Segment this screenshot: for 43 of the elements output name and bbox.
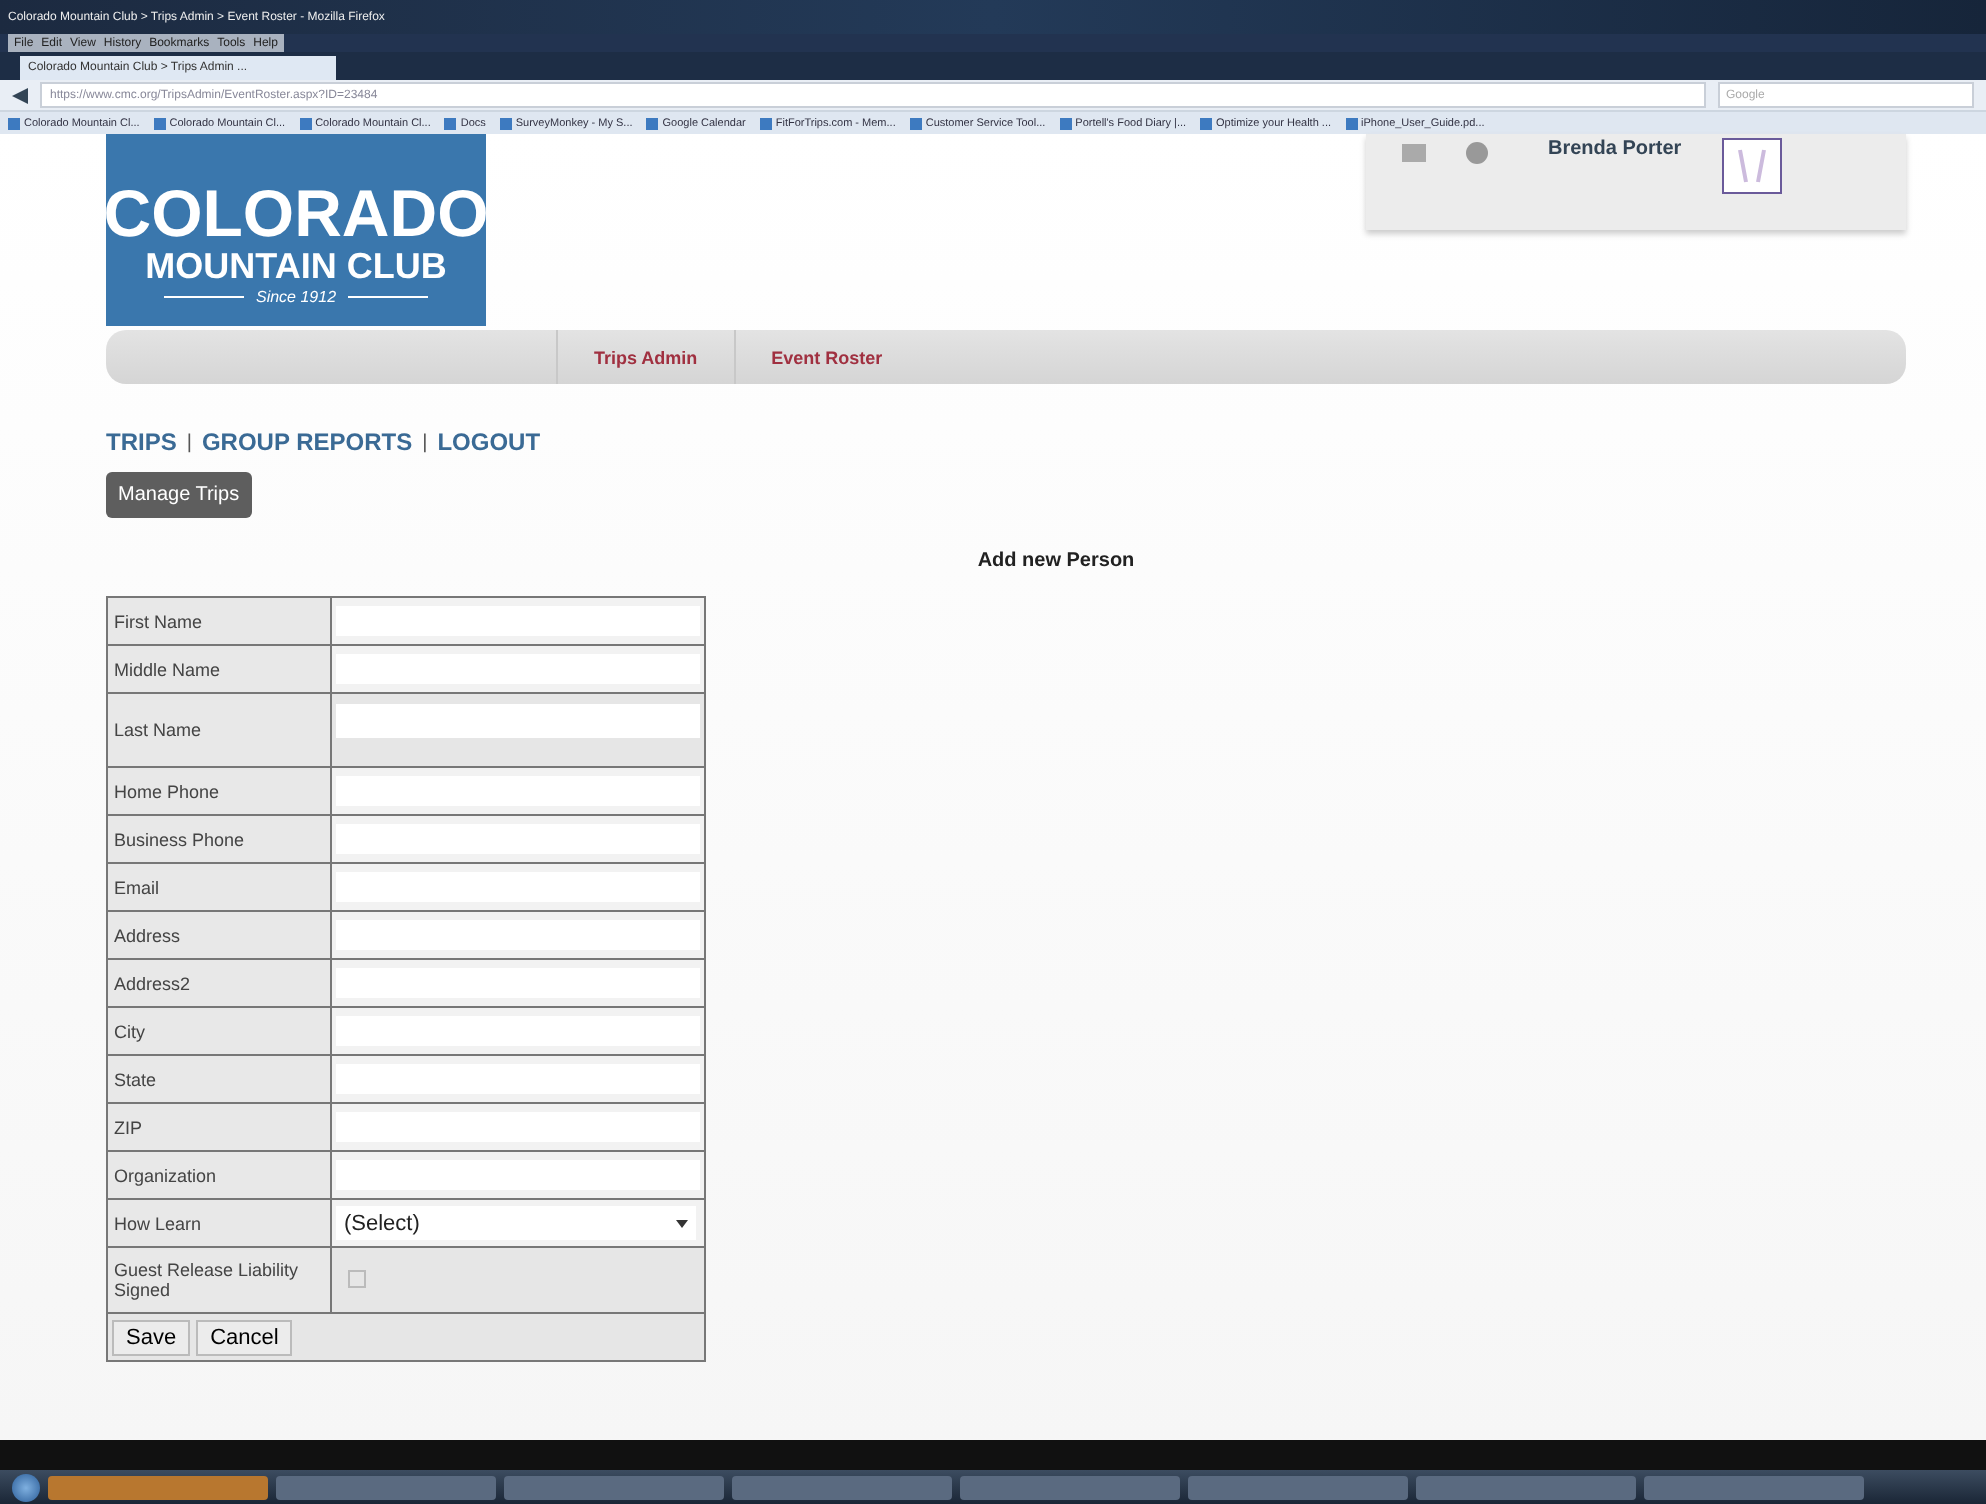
taskbar-button[interactable] xyxy=(276,1475,496,1499)
field-label: ZIP xyxy=(107,1103,331,1151)
field-label: Middle Name xyxy=(107,645,331,693)
form-button[interactable]: Save xyxy=(112,1320,191,1356)
taskbar-button[interactable] xyxy=(48,1475,268,1499)
start-icon[interactable] xyxy=(12,1473,40,1501)
nav-link[interactable]: TRIPS xyxy=(106,428,177,456)
field-label: Guest Release Liability Signed xyxy=(107,1247,331,1313)
field-label: First Name xyxy=(107,597,331,645)
field-label: Organization xyxy=(107,1151,331,1199)
club-logo: COLORADO MOUNTAIN CLUB Since 1912 xyxy=(106,134,486,326)
taskbar-button[interactable] xyxy=(1188,1475,1408,1499)
field-label: Last Name xyxy=(107,693,331,767)
field-label: Email xyxy=(107,863,331,911)
form-button[interactable]: Cancel xyxy=(196,1320,293,1356)
field-label: Address2 xyxy=(107,959,331,1007)
breadcrumb-link[interactable]: Event Roster xyxy=(733,330,919,384)
taskbar-button[interactable] xyxy=(960,1475,1180,1499)
field-label: State xyxy=(107,1055,331,1103)
taskbar-button[interactable] xyxy=(1644,1475,1864,1499)
avatar-icon[interactable] xyxy=(1721,138,1782,194)
user-name: Brenda Porter xyxy=(1548,138,1682,160)
taskbar-button[interactable] xyxy=(1416,1475,1636,1499)
taskbar-button[interactable] xyxy=(504,1475,724,1499)
caret-icon xyxy=(676,1219,688,1227)
taskbar-button[interactable] xyxy=(732,1475,952,1499)
field-label: Business Phone xyxy=(107,815,331,863)
field-label: Home Phone xyxy=(107,767,331,815)
text-input[interactable] xyxy=(336,703,700,737)
manage-trips-button[interactable]: Manage Trips xyxy=(106,472,252,518)
help-icon[interactable] xyxy=(1466,142,1488,164)
mail-icon[interactable] xyxy=(1402,144,1426,162)
field-label: City xyxy=(107,1007,331,1055)
back-icon[interactable] xyxy=(12,87,28,103)
breadcrumb-link[interactable]: Trips Admin xyxy=(556,330,734,384)
field-label: Address xyxy=(107,911,331,959)
dropdown[interactable]: (Select) xyxy=(336,1206,696,1240)
separator: | xyxy=(186,431,192,453)
nav-link[interactable]: LOGOUT xyxy=(437,428,541,456)
field-label: How Learn xyxy=(107,1199,331,1247)
form-title: Add new Person xyxy=(977,550,1135,572)
separator: | xyxy=(422,431,428,453)
nav-link[interactable]: GROUP REPORTS xyxy=(201,428,413,456)
